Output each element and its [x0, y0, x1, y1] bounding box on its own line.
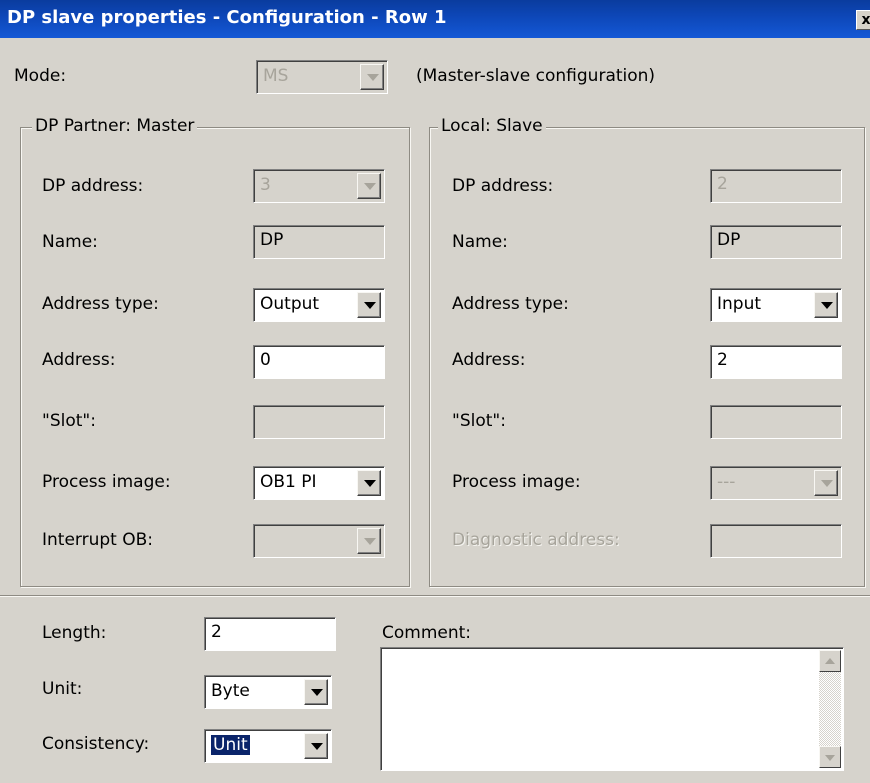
- unit-select[interactable]: Byte: [204, 675, 332, 709]
- scroll-up-icon[interactable]: [819, 650, 841, 672]
- chevron-down-icon: [360, 64, 384, 90]
- master-process-image-label: Process image:: [42, 472, 171, 492]
- slave-diagnostic-address-label: Diagnostic address:: [452, 530, 620, 550]
- master-interrupt-ob-label: Interrupt OB:: [42, 530, 153, 550]
- chevron-down-icon[interactable]: [357, 292, 381, 318]
- chevron-down-icon[interactable]: [304, 679, 328, 705]
- scroll-down-icon[interactable]: [819, 746, 841, 768]
- mode-value: MS: [263, 66, 289, 86]
- master-dp-address-label: DP address:: [42, 176, 144, 196]
- master-address-input[interactable]: 0: [253, 345, 385, 379]
- length-label: Length:: [42, 623, 107, 643]
- consistency-value: Unit: [211, 735, 250, 755]
- slave-process-image-label: Process image:: [452, 472, 581, 492]
- master-address-value: 0: [260, 350, 271, 370]
- mode-select[interactable]: MS: [256, 60, 388, 94]
- master-address-label: Address:: [42, 350, 116, 370]
- slave-address-type-label: Address type:: [452, 294, 569, 314]
- section-separator: [0, 595, 870, 597]
- chevron-down-icon: [357, 528, 381, 554]
- consistency-select[interactable]: Unit: [204, 729, 332, 763]
- length-value: 2: [211, 622, 222, 642]
- slave-dp-address-field[interactable]: 2: [710, 169, 842, 203]
- slave-process-image-select[interactable]: ---: [710, 466, 842, 500]
- master-name-field[interactable]: DP: [253, 225, 385, 259]
- slave-slot-label: "Slot":: [452, 411, 506, 431]
- mode-label: Mode:: [14, 66, 67, 86]
- slave-dp-address-value: 2: [717, 174, 728, 194]
- slave-name-label: Name:: [452, 232, 508, 252]
- slave-name-field[interactable]: DP: [710, 225, 842, 259]
- unit-label: Unit:: [42, 679, 83, 699]
- comment-scrollbar[interactable]: [819, 650, 841, 768]
- comment-label: Comment:: [382, 623, 472, 643]
- master-interrupt-ob-select[interactable]: [253, 524, 385, 558]
- unit-value: Byte: [211, 681, 250, 701]
- slave-name-value: DP: [717, 230, 741, 250]
- chevron-down-icon[interactable]: [814, 292, 838, 318]
- consistency-label: Consistency:: [42, 734, 150, 754]
- master-slot-field[interactable]: [253, 405, 385, 439]
- master-address-type-value: Output: [260, 294, 320, 314]
- slave-slot-field[interactable]: [710, 405, 842, 439]
- slave-dp-address-label: DP address:: [452, 176, 554, 196]
- dialog-body: Mode: MS (Master-slave configuration) DP…: [0, 38, 870, 783]
- master-name-label: Name:: [42, 232, 98, 252]
- master-name-value: DP: [260, 230, 284, 250]
- slave-address-type-select[interactable]: Input: [710, 288, 842, 322]
- close-icon[interactable]: x: [856, 10, 870, 30]
- window-titlebar[interactable]: DP slave properties - Configuration - Ro…: [0, 0, 870, 38]
- length-input[interactable]: 2: [204, 617, 336, 651]
- slave-address-type-value: Input: [717, 294, 762, 314]
- master-address-type-select[interactable]: Output: [253, 288, 385, 322]
- slave-diagnostic-address-field[interactable]: [710, 524, 842, 558]
- mode-description: (Master-slave configuration): [416, 66, 656, 86]
- master-group-title: DP Partner: Master: [32, 116, 198, 136]
- slave-address-label: Address:: [452, 350, 526, 370]
- master-dp-address-value: 3: [260, 175, 271, 195]
- master-process-image-select[interactable]: OB1 PI: [253, 466, 385, 500]
- master-process-image-value: OB1 PI: [260, 472, 317, 492]
- slave-address-value: 2: [717, 350, 728, 370]
- chevron-down-icon[interactable]: [357, 470, 381, 496]
- master-address-type-label: Address type:: [42, 294, 159, 314]
- master-dp-address-select[interactable]: 3: [253, 169, 385, 203]
- slave-group-title: Local: Slave: [438, 116, 546, 136]
- master-slot-label: "Slot":: [42, 411, 96, 431]
- chevron-down-icon: [357, 173, 381, 199]
- chevron-down-icon[interactable]: [304, 733, 328, 759]
- window-title: DP slave properties - Configuration - Ro…: [7, 7, 447, 28]
- chevron-down-icon: [814, 470, 838, 496]
- slave-process-image-value: ---: [717, 472, 736, 492]
- slave-address-input[interactable]: 2: [710, 345, 842, 379]
- comment-textarea[interactable]: [380, 647, 844, 771]
